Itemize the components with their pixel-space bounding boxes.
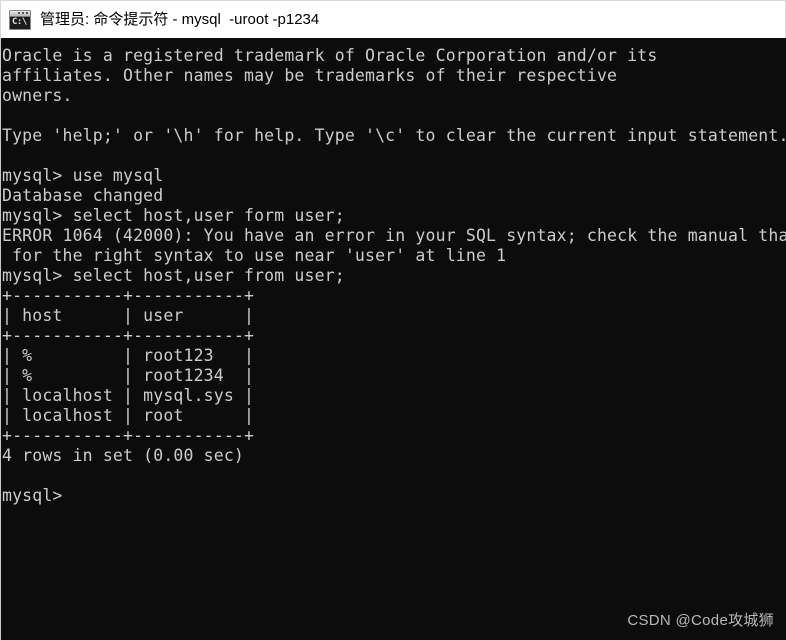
icon-dot-minimize: [18, 11, 20, 14]
window-title: 管理员: 命令提示符 - mysql -uroot -p1234: [40, 10, 320, 28]
console-line: affiliates. Other names may be trademark…: [2, 66, 618, 85]
console-line: ERROR 1064 (42000): You have an error in…: [2, 226, 786, 245]
console-line: Database changed: [2, 186, 164, 205]
console-line: | localhost | root |: [2, 406, 255, 425]
console-line: +-----------+-----------+: [2, 326, 255, 345]
console-line: | % | root123 |: [2, 346, 255, 365]
console-line: mysql> select host,user from user;: [2, 266, 345, 285]
icon-dot-close: [26, 11, 28, 14]
console-line: mysql> select host,user form user;: [2, 206, 345, 225]
console-line: | % | root1234 |: [2, 366, 255, 385]
console-line: Type 'help;' or '\h' for help. Type '\c'…: [2, 126, 786, 145]
console-line: Oracle is a registered trademark of Orac…: [2, 46, 658, 65]
console-line: | host | user |: [2, 306, 255, 325]
console-line: +-----------+-----------+: [2, 426, 255, 445]
cmd-icon: C:\: [9, 9, 31, 30]
title-bar[interactable]: C:\ 管理员: 命令提示符 - mysql -uroot -p1234: [0, 0, 786, 38]
console-line: | localhost | mysql.sys |: [2, 386, 255, 405]
console-line: mysql> use mysql: [2, 166, 164, 185]
console-line: owners.: [2, 86, 73, 105]
console-line: +-----------+-----------+: [2, 286, 255, 305]
console-output: Oracle is a registered trademark of Orac…: [1, 38, 786, 506]
icon-dot-maximize: [22, 11, 24, 14]
console-line: 4 rows in set (0.00 sec): [2, 446, 245, 465]
terminal-surface[interactable]: Oracle is a registered trademark of Orac…: [0, 38, 786, 640]
csdn-watermark: CSDN @Code攻城狮: [627, 612, 774, 629]
console-line: mysql>: [2, 486, 63, 505]
console-line: for the right syntax to use near 'user' …: [2, 246, 507, 265]
icon-prompt-glyph: C:\: [12, 16, 27, 27]
cmd-window: C:\ 管理员: 命令提示符 - mysql -uroot -p1234 Ora…: [0, 0, 786, 640]
